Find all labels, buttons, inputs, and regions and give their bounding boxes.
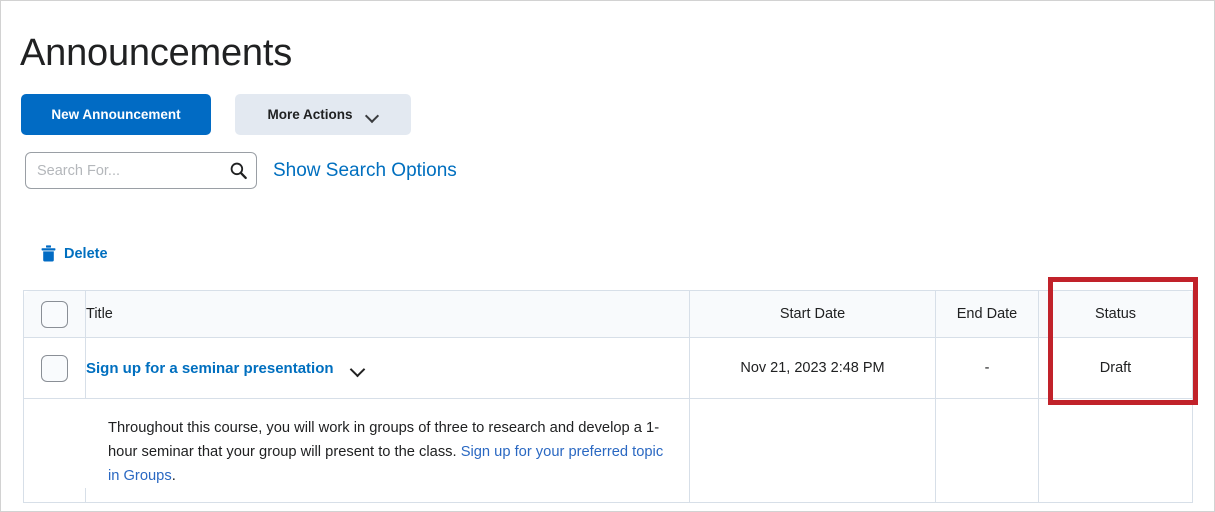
column-header-status[interactable]: Status: [1038, 290, 1193, 338]
row-end-date: -: [935, 337, 1039, 399]
table-bottom-row: [23, 488, 1193, 503]
row-checkbox[interactable]: [41, 354, 68, 382]
search-input[interactable]: [37, 162, 229, 179]
table-header: Title Start Date End Date Status: [23, 290, 1193, 338]
select-all-checkbox[interactable]: [41, 300, 68, 328]
column-header-title[interactable]: Title: [85, 290, 690, 338]
more-actions-button[interactable]: More Actions: [235, 94, 411, 135]
search-icon[interactable]: [229, 161, 248, 180]
announcements-page: Announcements New Announcement More Acti…: [0, 0, 1215, 512]
bottom-cell-start: [689, 488, 936, 503]
search-box[interactable]: [25, 152, 257, 189]
page-title: Announcements: [20, 32, 293, 75]
new-announcement-button[interactable]: New Announcement: [21, 94, 211, 135]
announcement-title-link[interactable]: Sign up for a seminar presentation: [86, 361, 334, 376]
table-excerpt-row: Throughout this course, you will work in…: [23, 398, 1193, 489]
table-row: Sign up for a seminar presentation Nov 2…: [23, 337, 1193, 399]
row-start-date: Nov 21, 2023 2:48 PM: [689, 337, 936, 399]
more-actions-label: More Actions: [267, 107, 353, 122]
table-header-row: Title Start Date End Date Status: [23, 290, 1193, 338]
chevron-down-icon: [366, 111, 379, 119]
delete-label: Delete: [64, 245, 108, 262]
row-title-cell: Sign up for a seminar presentation: [85, 337, 690, 399]
chevron-down-icon[interactable]: [350, 364, 365, 373]
announcements-table: Title Start Date End Date Status Sign up…: [23, 290, 1193, 503]
bottom-cell-end: [935, 488, 1039, 503]
column-header-start-date[interactable]: Start Date: [689, 290, 936, 338]
excerpt-spacer-end: [935, 398, 1039, 489]
excerpt-spacer-status: [1038, 398, 1193, 489]
action-button-row: New Announcement More Actions: [21, 94, 411, 135]
bottom-cell-check: [23, 488, 86, 503]
search-row: Show Search Options: [25, 152, 457, 189]
delete-button[interactable]: Delete: [41, 245, 108, 263]
select-all-header: [23, 290, 86, 338]
announcement-excerpt: Throughout this course, you will work in…: [108, 417, 669, 488]
bottom-cell-status: [1038, 488, 1193, 503]
announcement-excerpt-cell: Throughout this course, you will work in…: [23, 398, 690, 489]
excerpt-text-after: .: [171, 467, 176, 484]
row-status: Draft: [1038, 337, 1193, 399]
bottom-cell-title: [85, 488, 690, 503]
excerpt-spacer-start: [689, 398, 936, 489]
trash-icon[interactable]: [41, 245, 56, 263]
row-select-cell: [23, 337, 86, 399]
show-search-options-link[interactable]: Show Search Options: [273, 161, 457, 180]
table-body: Sign up for a seminar presentation Nov 2…: [23, 337, 1193, 503]
column-header-end-date[interactable]: End Date: [935, 290, 1039, 338]
